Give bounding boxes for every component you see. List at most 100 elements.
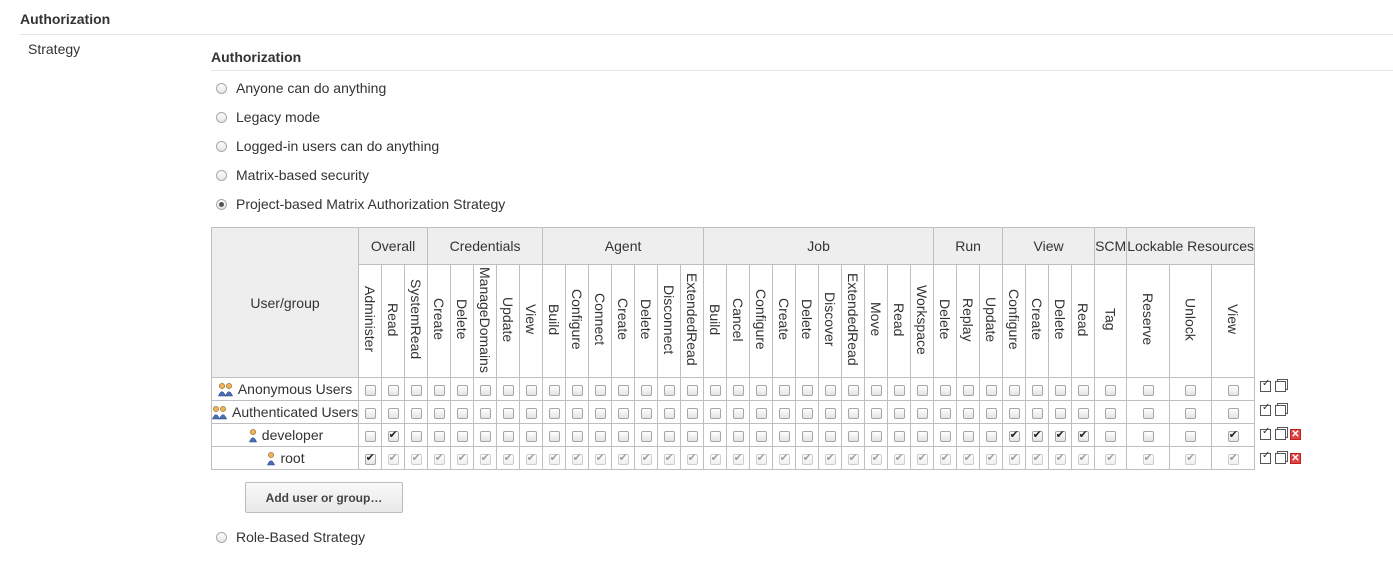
permission-checkbox[interactable] — [1105, 451, 1117, 465]
permission-checkbox[interactable] — [525, 451, 537, 465]
add-user-or-group-button[interactable]: Add user or group… — [245, 482, 403, 513]
permission-checkbox[interactable] — [594, 451, 606, 465]
permission-checkbox[interactable] — [1054, 451, 1066, 465]
permission-checkbox[interactable] — [1008, 451, 1020, 465]
permission-checkbox[interactable] — [640, 407, 652, 419]
permission-checkbox[interactable] — [824, 384, 836, 396]
permission-checkbox[interactable] — [617, 451, 629, 465]
permission-checkbox[interactable] — [916, 384, 928, 396]
permission-checkbox[interactable] — [1077, 451, 1089, 465]
permission-checkbox[interactable] — [617, 407, 629, 419]
permission-checkbox[interactable] — [1185, 407, 1197, 419]
permission-checkbox[interactable] — [1077, 384, 1089, 396]
permission-checkbox[interactable] — [364, 451, 376, 465]
permission-checkbox[interactable] — [847, 384, 859, 396]
permission-checkbox[interactable] — [1227, 407, 1239, 419]
permission-checkbox[interactable] — [502, 430, 514, 442]
permission-checkbox[interactable] — [755, 451, 767, 465]
permission-checkbox[interactable] — [985, 430, 997, 442]
permission-checkbox[interactable] — [456, 407, 468, 419]
permission-checkbox[interactable] — [962, 451, 974, 465]
permission-checkbox[interactable] — [410, 407, 422, 419]
permission-checkbox[interactable] — [1227, 384, 1239, 396]
unselect-all-icon[interactable] — [1275, 429, 1286, 440]
permission-checkbox[interactable] — [410, 430, 422, 442]
permission-checkbox[interactable] — [433, 430, 445, 442]
permission-checkbox[interactable] — [1008, 384, 1020, 396]
strategy-radio[interactable] — [216, 198, 227, 210]
permission-checkbox[interactable] — [1031, 407, 1043, 419]
permission-checkbox[interactable] — [433, 407, 445, 419]
permission-checkbox[interactable] — [1185, 384, 1197, 396]
permission-checkbox[interactable] — [571, 430, 583, 442]
permission-checkbox[interactable] — [732, 451, 744, 465]
permission-checkbox[interactable] — [755, 384, 767, 396]
permission-checkbox[interactable] — [410, 451, 422, 465]
permission-checkbox[interactable] — [778, 384, 790, 396]
permission-checkbox[interactable] — [594, 430, 606, 442]
permission-checkbox[interactable] — [916, 430, 928, 442]
permission-checkbox[interactable] — [709, 407, 721, 419]
permission-checkbox[interactable] — [985, 407, 997, 419]
permission-checkbox[interactable] — [479, 407, 491, 419]
remove-row-icon[interactable]: ✕ — [1290, 453, 1301, 464]
permission-checkbox[interactable] — [1054, 428, 1066, 442]
unselect-all-icon[interactable] — [1275, 405, 1286, 416]
permission-checkbox[interactable] — [571, 451, 583, 465]
permission-checkbox[interactable] — [755, 407, 767, 419]
permission-checkbox[interactable] — [433, 451, 445, 465]
permission-checkbox[interactable] — [893, 407, 905, 419]
permission-checkbox[interactable] — [893, 384, 905, 396]
permission-checkbox[interactable] — [594, 384, 606, 396]
permission-checkbox[interactable] — [1054, 407, 1066, 419]
permission-checkbox[interactable] — [640, 430, 652, 442]
permission-checkbox[interactable] — [1105, 384, 1117, 396]
strategy-radio[interactable] — [216, 82, 227, 94]
permission-checkbox[interactable] — [778, 451, 790, 465]
permission-checkbox[interactable] — [893, 451, 905, 465]
permission-checkbox[interactable] — [548, 430, 560, 442]
permission-checkbox[interactable] — [479, 430, 491, 442]
permission-checkbox[interactable] — [778, 407, 790, 419]
permission-checkbox[interactable] — [1105, 407, 1117, 419]
strategy-option[interactable]: Anyone can do anything — [216, 78, 386, 98]
permission-checkbox[interactable] — [640, 384, 652, 396]
select-all-icon[interactable] — [1260, 402, 1271, 416]
permission-checkbox[interactable] — [364, 430, 376, 442]
permission-checkbox[interactable] — [1142, 407, 1154, 419]
permission-checkbox[interactable] — [916, 451, 928, 465]
permission-checkbox[interactable] — [525, 384, 537, 396]
unselect-all-icon[interactable] — [1275, 381, 1286, 392]
permission-checkbox[interactable] — [870, 384, 882, 396]
select-all-icon[interactable] — [1260, 450, 1271, 464]
permission-checkbox[interactable] — [962, 430, 974, 442]
permission-checkbox[interactable] — [732, 407, 744, 419]
permission-checkbox[interactable] — [617, 384, 629, 396]
permission-checkbox[interactable] — [525, 430, 537, 442]
permission-checkbox[interactable] — [663, 384, 675, 396]
permission-checkbox[interactable] — [939, 384, 951, 396]
permission-checkbox[interactable] — [824, 430, 836, 442]
permission-checkbox[interactable] — [732, 430, 744, 442]
permission-checkbox[interactable] — [686, 430, 698, 442]
permission-checkbox[interactable] — [502, 407, 514, 419]
permission-checkbox[interactable] — [847, 407, 859, 419]
permission-checkbox[interactable] — [824, 451, 836, 465]
permission-checkbox[interactable] — [1185, 451, 1197, 465]
permission-checkbox[interactable] — [870, 451, 882, 465]
permission-checkbox[interactable] — [433, 384, 445, 396]
permission-checkbox[interactable] — [801, 384, 813, 396]
permission-checkbox[interactable] — [755, 430, 767, 442]
select-all-icon[interactable] — [1260, 426, 1271, 440]
permission-checkbox[interactable] — [1054, 384, 1066, 396]
permission-checkbox[interactable] — [548, 407, 560, 419]
permission-checkbox[interactable] — [1031, 384, 1043, 396]
permission-checkbox[interactable] — [939, 430, 951, 442]
unselect-all-icon[interactable] — [1275, 453, 1286, 464]
permission-checkbox[interactable] — [387, 407, 399, 419]
permission-checkbox[interactable] — [709, 430, 721, 442]
permission-checkbox[interactable] — [893, 430, 905, 442]
permission-checkbox[interactable] — [985, 451, 997, 465]
permission-checkbox[interactable] — [824, 407, 836, 419]
strategy-radio[interactable] — [216, 111, 227, 123]
